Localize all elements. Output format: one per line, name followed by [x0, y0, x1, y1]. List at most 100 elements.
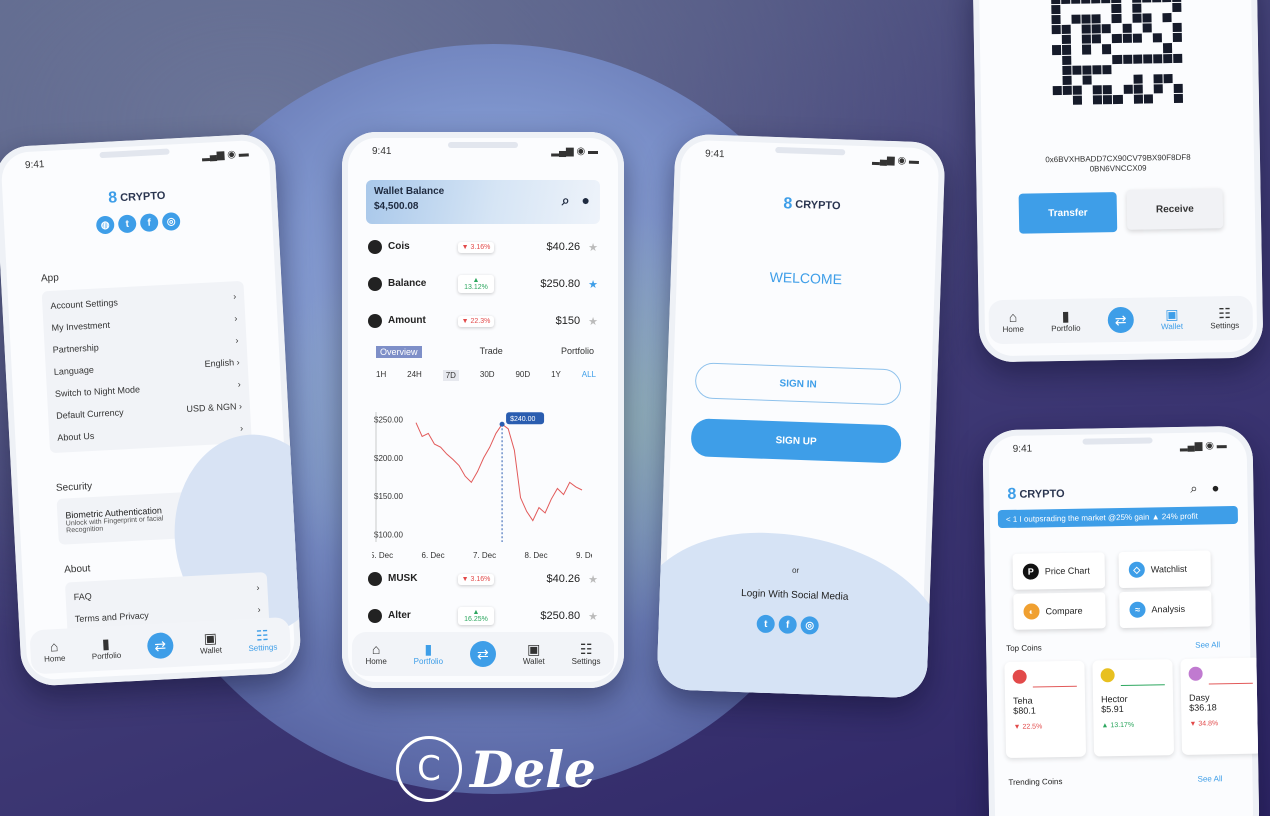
twitter-icon[interactable]: t	[756, 614, 776, 634]
tab-overview[interactable]: Overview	[376, 346, 422, 358]
crosshair-point[interactable]	[499, 421, 505, 427]
coin-icon	[368, 609, 382, 623]
qr-module	[1142, 34, 1151, 43]
social-links: ◍ t f ◎	[95, 212, 181, 235]
settings-item-value: ›	[235, 335, 239, 345]
coin-change: ▲ 13.12%	[458, 275, 494, 293]
qr-module	[1173, 43, 1182, 52]
facebook-icon[interactable]: f	[778, 615, 798, 634]
qr-module	[1082, 65, 1092, 75]
settings-item-value: USD & NGN ›	[186, 401, 242, 414]
coin-row[interactable]: Balance ▲ 13.12% $250.80 ★	[368, 267, 598, 301]
globe-icon[interactable]: ◍	[95, 215, 115, 235]
see-all-link[interactable]: See All	[1195, 640, 1220, 649]
qr-module	[1113, 94, 1123, 105]
star-icon[interactable]: ★	[588, 610, 598, 623]
star-icon[interactable]: ★	[588, 241, 598, 254]
qr-module	[1071, 14, 1081, 25]
y-tick-label: $100.00	[374, 530, 403, 539]
range-1y[interactable]: 1Y	[551, 370, 561, 381]
qr-module	[1073, 75, 1082, 84]
sign-in-button[interactable]: SIGN IN	[694, 362, 902, 406]
range-7d[interactable]: 7D	[442, 370, 459, 381]
status-time: 9:41	[704, 148, 725, 161]
market-tabs: Overview Trade Portfolio	[376, 346, 594, 358]
coin-row[interactable]: MUSK ▼ 3.16% $40.26 ★	[368, 562, 598, 596]
search-icon[interactable]: ⌕	[1190, 481, 1198, 497]
twitter-icon[interactable]: t	[117, 214, 137, 234]
tab-settings[interactable]: ☷ Settings	[247, 627, 277, 653]
tab-wallet[interactable]: ▣ Wallet	[199, 630, 222, 656]
tab-settings[interactable]: ☷ Settings	[1210, 305, 1239, 330]
see-all-link-trending[interactable]: See All	[1197, 774, 1222, 783]
range-all[interactable]: ALL	[582, 370, 596, 381]
range-24h[interactable]: 24H	[407, 370, 422, 381]
y-tick-label: $200.00	[374, 454, 403, 463]
tab-home[interactable]: ⌂ Home	[1002, 309, 1024, 334]
qr-module	[1133, 84, 1143, 94]
wallet-icon: ▣	[1165, 305, 1179, 323]
qr-module	[1172, 23, 1182, 33]
transfer-button[interactable]: Transfer	[1018, 192, 1118, 234]
coin-icon	[368, 277, 382, 291]
tile-compare[interactable]: ◐ Compare	[1013, 592, 1106, 630]
instagram-icon[interactable]: ◎	[800, 616, 820, 635]
swap-button[interactable]: ⇄	[1107, 306, 1134, 334]
facebook-icon[interactable]: f	[139, 213, 159, 233]
qr-module	[1093, 75, 1102, 84]
qr-module	[1072, 65, 1082, 75]
wallet-address[interactable]: 0x6BVXHBADD7CX90CV79BX90F8DF8 0BN6VNCCX0…	[1016, 152, 1220, 176]
tab-portfolio[interactable]: ▮ Portfolio	[1051, 308, 1081, 333]
qr-module	[1051, 0, 1061, 5]
tab-portfolio[interactable]: ▮ Portfolio	[91, 635, 122, 661]
qr-module	[1052, 56, 1061, 65]
tab-settings[interactable]: ☷ Settings	[572, 642, 601, 666]
top-coin-card[interactable]: Dasy $36.18 ▼ 34.8%	[1180, 657, 1260, 755]
range-1h[interactable]: 1H	[376, 370, 386, 381]
price-chart-icon: P	[1022, 563, 1039, 580]
qr-module	[1113, 75, 1122, 84]
user-icon[interactable]: ●	[1211, 480, 1219, 496]
tile-analysis[interactable]: ≈ Analysis	[1119, 590, 1212, 629]
qr-module	[1071, 5, 1080, 14]
status-bar: 9:41 ▂▄▆ ◉ ▬	[372, 146, 598, 157]
tile-price-chart[interactable]: P Price Chart	[1012, 552, 1106, 590]
tile-watchlist[interactable]: ◇ Watchlist	[1118, 550, 1212, 589]
tab-wallet[interactable]: ▣ Wallet	[523, 642, 545, 666]
qr-module	[1164, 84, 1173, 93]
coin-row[interactable]: Alter ▲ 16.25% $250.80 ★	[368, 599, 598, 633]
search-icon[interactable]: ⌕	[562, 192, 570, 209]
tab-wallet[interactable]: ▣ Wallet	[1161, 305, 1183, 331]
price-chart[interactable]: $250.00 $200.00 $150.00 $100.00 $240.00 5. De…	[372, 402, 592, 572]
receive-button[interactable]: Receive	[1126, 188, 1224, 230]
tab-home[interactable]: ⌂ Home	[43, 638, 66, 664]
chevron-right-icon: ›	[234, 313, 238, 324]
top-coin-card[interactable]: Hector $5.91 ▲ 13.17%	[1092, 659, 1175, 757]
tab-trade[interactable]: Trade	[480, 346, 503, 358]
tab-portfolio[interactable]: Portfolio	[561, 346, 594, 358]
range-30d[interactable]: 30D	[480, 370, 495, 381]
bottom-tabbar: ⌂ Home ▮ Portfolio ⇄ ▣ Wallet ☷ Settings	[988, 295, 1254, 345]
tile-label: Analysis	[1151, 603, 1186, 615]
qr-module	[1173, 93, 1184, 104]
tab-home[interactable]: ⌂ Home	[365, 642, 386, 666]
swap-button[interactable]: ⇄	[146, 632, 174, 660]
swap-button[interactable]: ⇄	[469, 641, 496, 667]
range-90d[interactable]: 90D	[515, 370, 530, 381]
coin-price: $150	[555, 315, 581, 327]
coin-price: $250.80	[540, 610, 581, 622]
sign-up-button[interactable]: SIGN UP	[690, 418, 902, 464]
qr-module	[1082, 75, 1092, 85]
tab-portfolio[interactable]: ▮ Portfolio	[414, 642, 443, 666]
star-icon[interactable]: ★	[588, 573, 598, 586]
coin-row[interactable]: Cois ▼ 3.16% $40.26 ★	[368, 230, 598, 264]
qr-module	[1072, 35, 1081, 44]
qr-module	[1061, 0, 1071, 5]
user-icon[interactable]: ●	[582, 192, 590, 209]
star-icon[interactable]: ★	[588, 278, 598, 291]
coin-row[interactable]: Amount ▼ 22.3% $150 ★	[368, 304, 598, 338]
top-coin-card[interactable]: Teha $80.1 ▼ 22.5%	[1004, 660, 1087, 759]
instagram-icon[interactable]: ◎	[161, 212, 181, 231]
wallet-balance-card[interactable]: Wallet Balance $4,500.08 ⌕ ●	[366, 180, 600, 224]
star-icon[interactable]: ★	[588, 315, 598, 328]
